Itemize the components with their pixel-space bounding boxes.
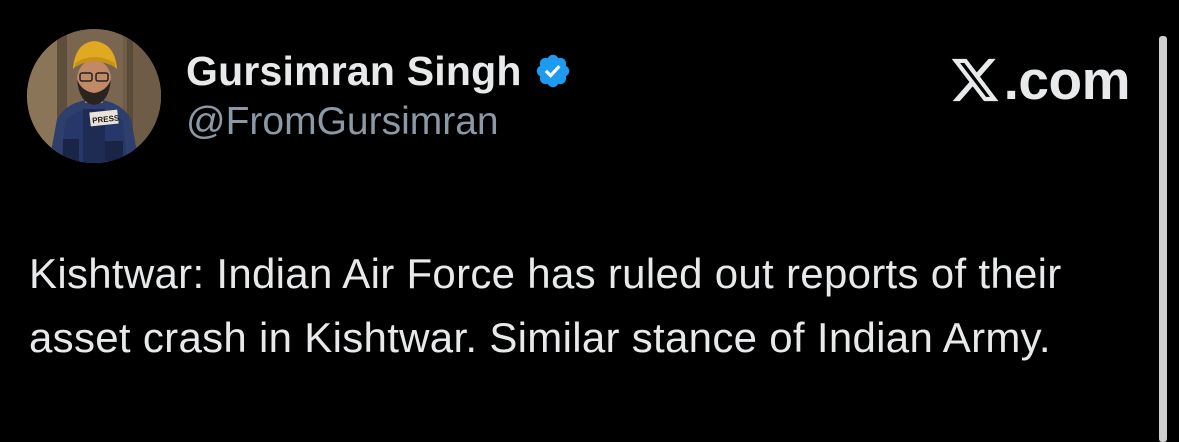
x-logo-icon — [951, 58, 999, 102]
author-avatar[interactable]: PRESS — [27, 29, 161, 163]
verified-badge-icon — [536, 54, 569, 88]
scrollbar[interactable] — [1159, 36, 1167, 442]
avatar-photo: PRESS — [27, 29, 161, 163]
author-display-name[interactable]: Gursimran Singh — [186, 48, 522, 95]
brand-site-text: .com — [1003, 49, 1131, 111]
brand-mark: .com — [948, 49, 1131, 111]
tweet-body-text: Kishtwar: Indian Air Force has ruled out… — [29, 250, 1062, 361]
author-name-row[interactable]: Gursimran Singh — [186, 46, 572, 96]
tweet-card: PRESS Gursimran Singh @FromGursimran .co… — [0, 0, 1179, 442]
author-handle[interactable]: @FromGursimran — [186, 100, 499, 144]
